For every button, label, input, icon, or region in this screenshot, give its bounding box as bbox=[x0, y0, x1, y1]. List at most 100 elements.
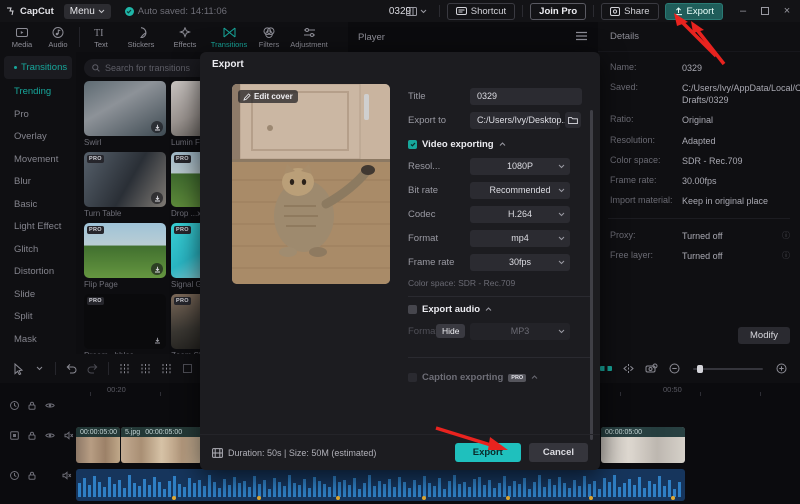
details-key: Proxy: bbox=[610, 230, 636, 241]
rail-item-label: Light Effect bbox=[14, 221, 62, 233]
rail-item-glitch[interactable]: Glitch bbox=[0, 238, 76, 261]
link-toggle-icon[interactable] bbox=[618, 358, 639, 379]
download-icon[interactable] bbox=[151, 192, 163, 204]
dialog-export-button[interactable]: Export bbox=[454, 443, 521, 462]
modify-button[interactable]: Modify bbox=[738, 327, 790, 344]
maximize-button[interactable] bbox=[754, 0, 776, 22]
cover-preview[interactable]: Edit cover bbox=[232, 84, 390, 284]
transition-item[interactable]: Swirl bbox=[84, 81, 166, 147]
share-button[interactable]: Share bbox=[601, 2, 659, 20]
resolution-select[interactable]: 1080P bbox=[470, 157, 570, 175]
rail-item-basic[interactable]: Basic bbox=[0, 193, 76, 216]
timeline-clip[interactable]: 00:00:05:00 bbox=[76, 427, 120, 463]
upload-icon bbox=[674, 6, 682, 15]
speed-icon[interactable] bbox=[10, 401, 19, 410]
timeline-clip[interactable]: 00:00:05:00 bbox=[601, 427, 685, 463]
menu-button[interactable]: Menu bbox=[63, 3, 111, 19]
tab-filters[interactable]: Filters bbox=[251, 26, 287, 49]
rail-item-trending[interactable]: Trending bbox=[0, 81, 76, 104]
caption-exporting-checkbox[interactable] bbox=[408, 373, 417, 382]
bitrate-select[interactable]: Recommended bbox=[470, 181, 570, 199]
browse-folder-button[interactable] bbox=[565, 112, 581, 128]
framerate-select[interactable]: 30fps bbox=[470, 253, 570, 271]
crop-icon[interactable] bbox=[177, 358, 198, 379]
download-icon[interactable] bbox=[151, 334, 163, 346]
split-icon[interactable] bbox=[114, 358, 135, 379]
select-tool-icon[interactable] bbox=[8, 358, 29, 379]
export-path-input[interactable]: C:/Users/Ivy/Desktop... bbox=[470, 111, 569, 129]
zoom-out-icon[interactable] bbox=[664, 358, 685, 379]
rail-item-pro[interactable]: Pro bbox=[0, 103, 76, 126]
transition-item[interactable]: PRO Dream...bbles bbox=[84, 294, 166, 354]
lock-icon[interactable] bbox=[28, 431, 36, 440]
close-button[interactable]: × bbox=[776, 0, 798, 22]
zoom-slider[interactable] bbox=[693, 364, 763, 373]
codec-select[interactable]: H.264 bbox=[470, 205, 570, 223]
transition-thumbnail[interactable]: PRO bbox=[84, 294, 166, 349]
zoom-slider-handle[interactable] bbox=[697, 364, 703, 373]
redo-icon[interactable] bbox=[82, 358, 103, 379]
preview-render-icon[interactable] bbox=[641, 358, 662, 379]
tab-stickers[interactable]: Stickers bbox=[119, 26, 163, 49]
audio-format-select[interactable]: MP3 bbox=[470, 322, 570, 340]
tab-audio[interactable]: Audio bbox=[40, 26, 76, 49]
trim-right-icon[interactable] bbox=[156, 358, 177, 379]
export-button[interactable]: Export bbox=[664, 2, 723, 20]
dialog-cancel-button[interactable]: Cancel bbox=[528, 443, 588, 462]
tab-transitions[interactable]: Transitions bbox=[207, 26, 251, 49]
timeline-audio-clip[interactable] bbox=[76, 469, 685, 501]
tab-media[interactable]: Media bbox=[4, 26, 40, 49]
dialog-scrollbar[interactable] bbox=[590, 110, 593, 440]
audio-exporting-section[interactable]: Export audio bbox=[408, 304, 600, 315]
tab-text[interactable]: TI Text bbox=[83, 26, 119, 49]
mute-icon[interactable] bbox=[62, 471, 72, 480]
transition-item[interactable]: PRO Turn Table bbox=[84, 152, 166, 218]
trim-left-icon[interactable] bbox=[135, 358, 156, 379]
join-pro-button[interactable]: Join Pro bbox=[530, 2, 587, 20]
rail-item-blur[interactable]: Blur bbox=[0, 171, 76, 194]
transition-thumbnail[interactable] bbox=[84, 81, 166, 136]
rail-item-distortion[interactable]: Distortion bbox=[0, 261, 76, 284]
title-input[interactable]: 0329 bbox=[470, 87, 582, 105]
rail-item-overlay[interactable]: Overlay bbox=[0, 126, 76, 149]
transition-item[interactable]: PRO Flip Page bbox=[84, 223, 166, 289]
lock-icon[interactable] bbox=[28, 471, 36, 480]
rail-item-split[interactable]: Split bbox=[0, 306, 76, 329]
speed-icon[interactable] bbox=[10, 471, 19, 480]
caption-exporting-section[interactable]: Caption exporting PRO bbox=[408, 372, 600, 383]
rail-item-movement[interactable]: Movement bbox=[0, 148, 76, 171]
tool-dropdown-icon[interactable] bbox=[29, 358, 50, 379]
export-audio-checkbox[interactable] bbox=[408, 305, 417, 314]
shortcut-button[interactable]: Shortcut bbox=[446, 2, 516, 20]
timeline-clip[interactable]: 5.jpg 00:00:05:00 bbox=[121, 427, 202, 463]
zoom-in-icon[interactable] bbox=[771, 358, 792, 379]
info-icon[interactable]: ⓘ bbox=[782, 250, 790, 261]
download-icon[interactable] bbox=[151, 263, 163, 275]
download-icon[interactable] bbox=[151, 121, 163, 133]
rail-header-transitions[interactable]: Transitions bbox=[4, 56, 72, 79]
rail-item-mask[interactable]: Mask bbox=[0, 328, 76, 351]
tab-effects[interactable]: Effects bbox=[163, 26, 207, 49]
info-icon[interactable]: ⓘ bbox=[782, 230, 790, 241]
chevron-down-icon bbox=[558, 209, 565, 219]
undo-icon[interactable] bbox=[61, 358, 82, 379]
tab-adjustment[interactable]: Adjustment bbox=[287, 26, 331, 49]
edit-cover-button[interactable]: Edit cover bbox=[238, 90, 298, 103]
transition-thumbnail[interactable]: PRO bbox=[84, 152, 166, 207]
eye-icon[interactable] bbox=[45, 432, 55, 439]
video-exporting-checkbox[interactable] bbox=[408, 140, 417, 149]
minimize-button[interactable]: – bbox=[732, 0, 754, 22]
details-value: Original bbox=[682, 115, 714, 126]
field-audio-format: Format MP3 Hide bbox=[408, 319, 600, 343]
rail-item-light-effect[interactable]: Light Effect bbox=[0, 216, 76, 239]
transition-thumbnail[interactable]: PRO bbox=[84, 223, 166, 278]
rail-item-slide[interactable]: Slide bbox=[0, 283, 76, 306]
mute-icon[interactable] bbox=[64, 431, 74, 440]
format-select[interactable]: mp4 bbox=[470, 229, 570, 247]
pro-badge: PRO bbox=[87, 155, 104, 163]
player-menu-icon[interactable] bbox=[575, 31, 588, 44]
lock-icon[interactable] bbox=[28, 401, 36, 410]
pip-icon[interactable] bbox=[10, 431, 19, 440]
eye-icon[interactable] bbox=[45, 402, 55, 409]
video-exporting-section[interactable]: Video exporting bbox=[408, 139, 600, 150]
